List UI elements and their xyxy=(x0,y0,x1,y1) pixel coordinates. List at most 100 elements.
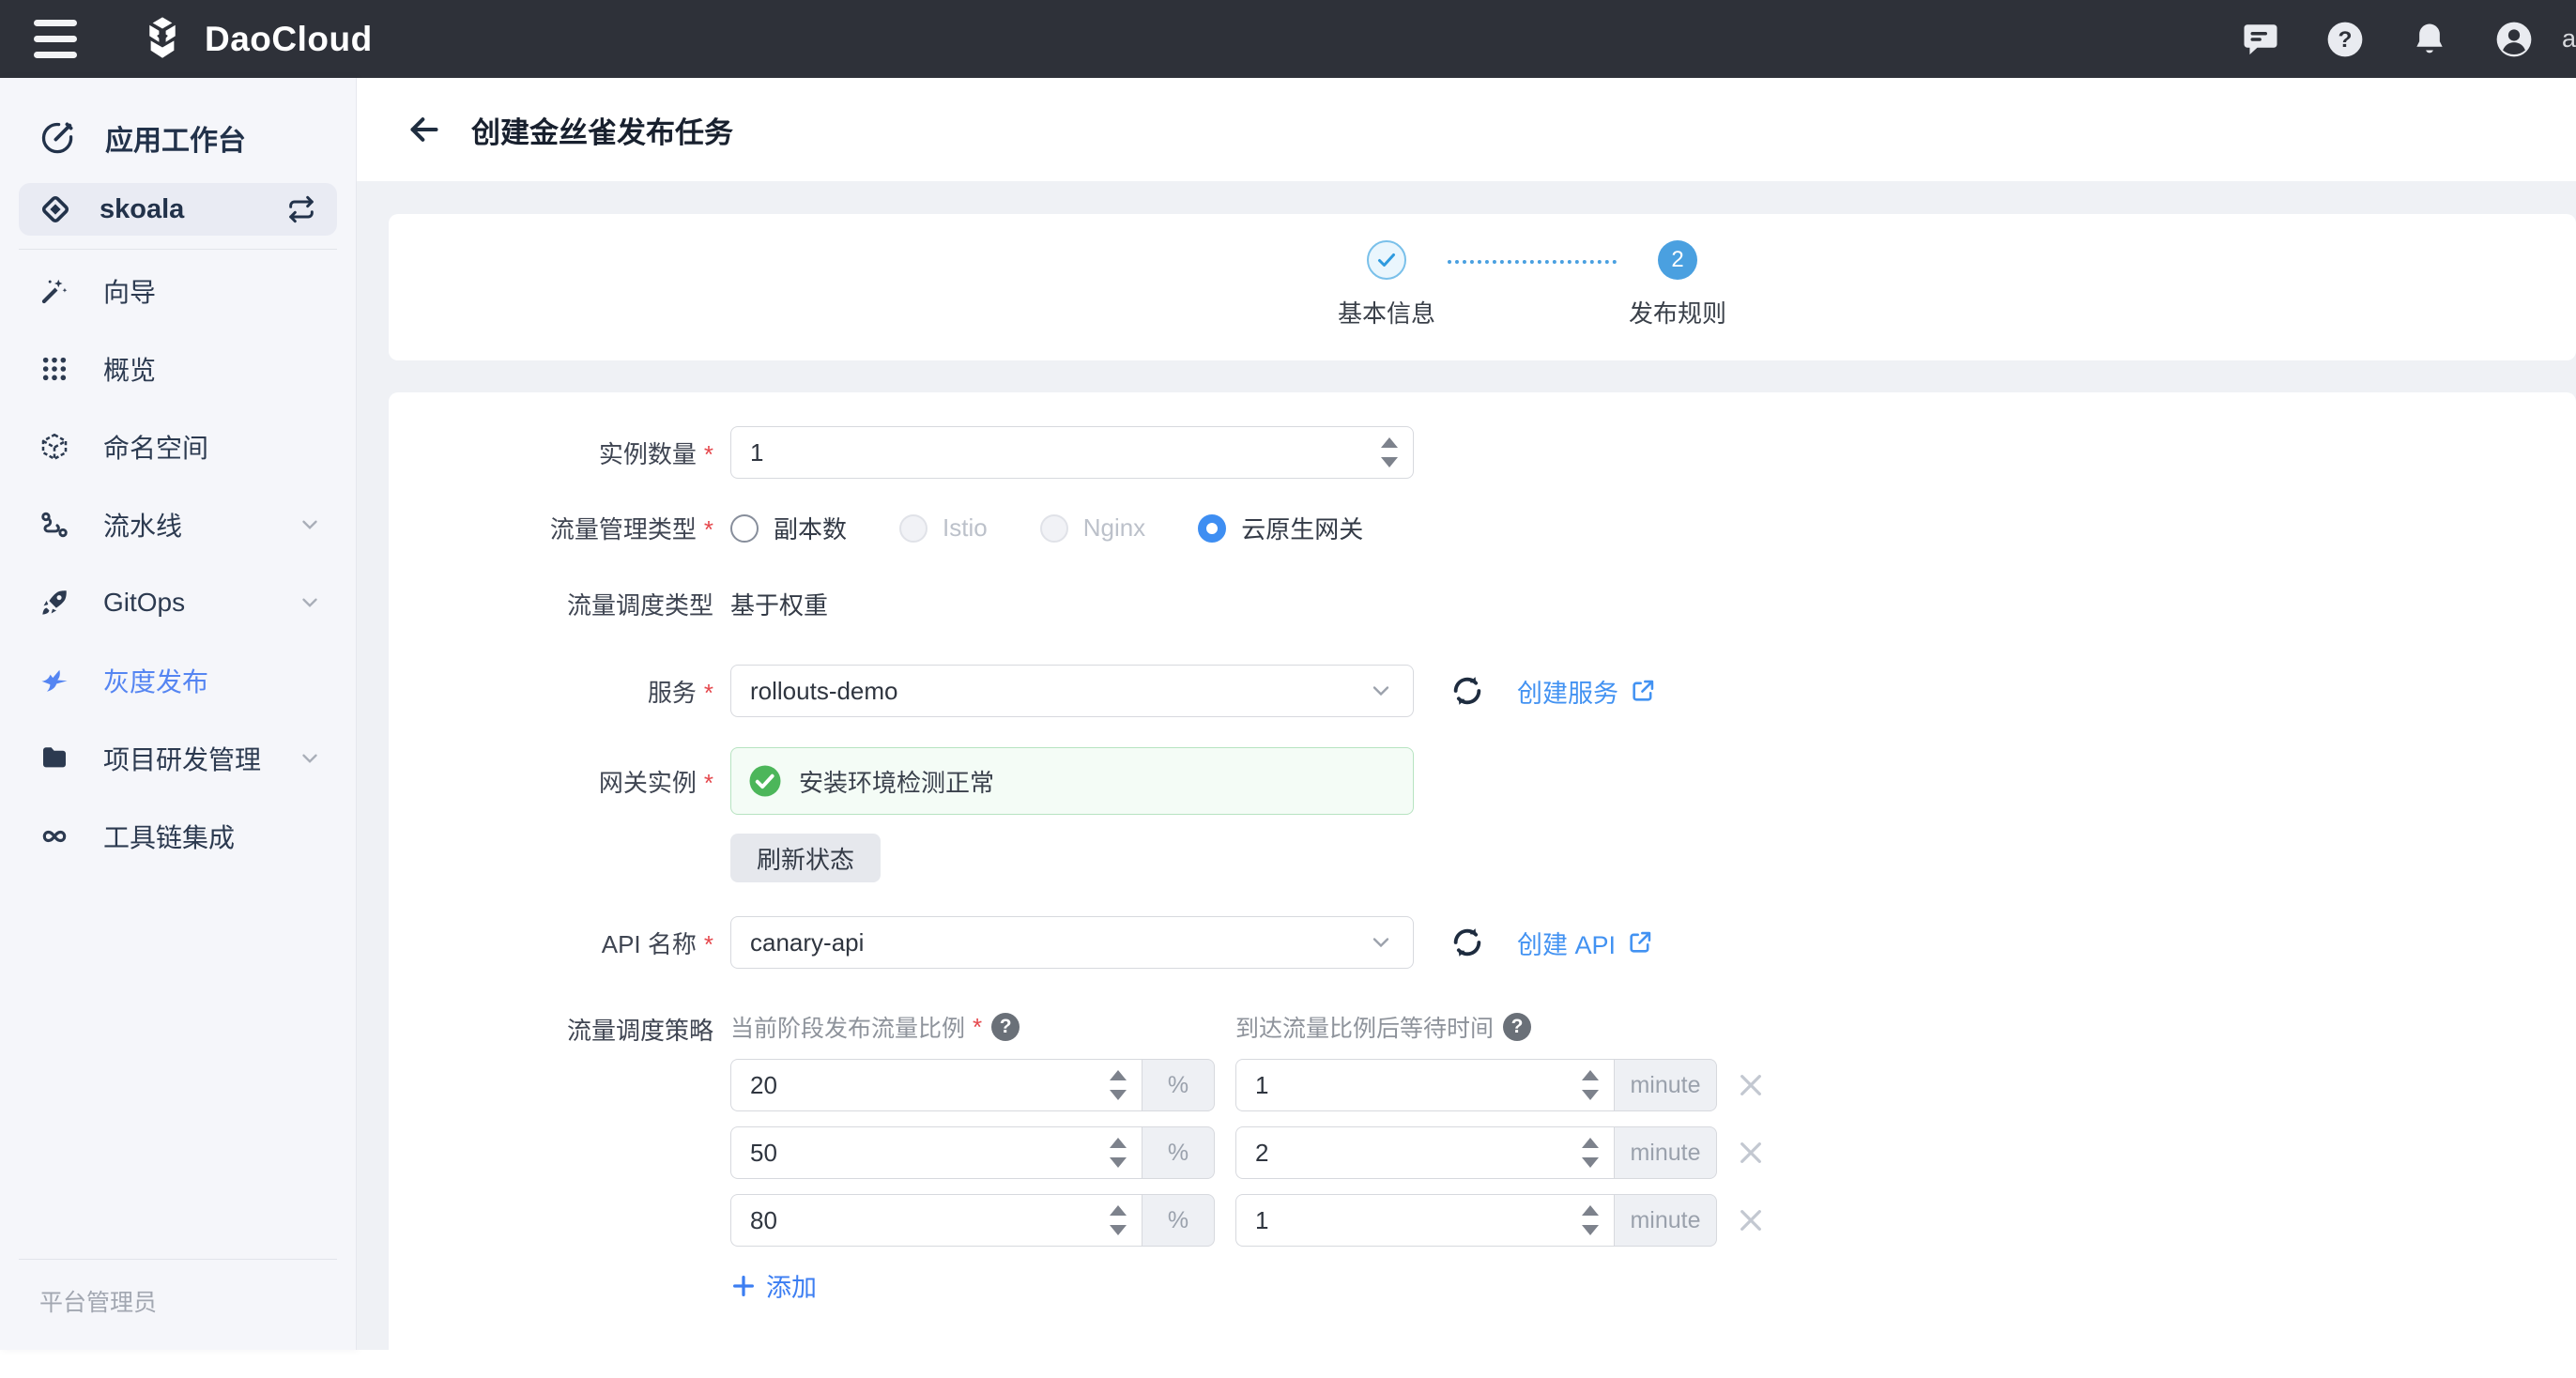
form-card: 实例数量* 流量管理类型* 副本数 Istio xyxy=(389,392,2576,1378)
sidebar: 应用工作台 skoala 向导 xyxy=(0,78,357,1350)
percent-unit: % xyxy=(1142,1194,1215,1247)
field-label: 流量调度策略 xyxy=(389,1010,713,1047)
sidebar-item-toolchain[interactable]: 工具链集成 xyxy=(0,797,356,875)
step-number-circle: 2 xyxy=(1658,240,1697,280)
wait-group: minute xyxy=(1235,1059,1717,1111)
field-label: 服务* xyxy=(389,674,713,709)
sidebar-item-wizard[interactable]: 向导 xyxy=(0,252,356,329)
form-row-gateway-refresh: 刷新状态 xyxy=(389,834,2576,882)
strategy-row: % minute xyxy=(730,1059,1766,1111)
sidebar-item-gitops[interactable]: GitOps xyxy=(0,563,356,641)
number-spinner[interactable] xyxy=(1582,1205,1599,1235)
api-select[interactable]: canary-api xyxy=(730,916,1414,969)
chevron-down-icon xyxy=(298,746,322,771)
number-spinner[interactable] xyxy=(1110,1205,1127,1235)
remove-row-icon[interactable] xyxy=(1736,1070,1766,1100)
check-icon xyxy=(1375,249,1398,271)
form-row-gateway: 网关实例* 安装环境检测正常 xyxy=(389,747,2576,815)
avatar-icon[interactable] xyxy=(2494,20,2534,59)
remove-row-icon[interactable] xyxy=(1736,1138,1766,1168)
page-title: 创建金丝雀发布任务 xyxy=(471,109,733,151)
sidebar-item-canary-release[interactable]: 灰度发布 xyxy=(0,641,356,719)
percent-group: % xyxy=(730,1059,1215,1111)
percent-input[interactable] xyxy=(731,1060,1142,1110)
required-mark: * xyxy=(704,679,713,707)
number-spinner[interactable] xyxy=(1110,1138,1127,1168)
add-stage-link[interactable]: 添加 xyxy=(730,1267,817,1304)
number-spinner[interactable] xyxy=(1110,1070,1127,1100)
feedback-icon[interactable] xyxy=(2241,20,2280,59)
remove-row-icon[interactable] xyxy=(1736,1205,1766,1235)
help-circle-icon[interactable]: ? xyxy=(1503,1013,1531,1041)
infinity-icon xyxy=(39,821,69,851)
wand-icon xyxy=(39,276,69,306)
radio-istio: Istio xyxy=(899,513,988,543)
strategy-row: % minute xyxy=(730,1126,1766,1179)
project-switcher[interactable]: skoala xyxy=(19,183,337,236)
radio-circle xyxy=(730,514,759,543)
radio-cloud-native-gateway[interactable]: 云原生网关 xyxy=(1198,511,1363,545)
page-header: 创建金丝雀发布任务 xyxy=(357,78,2576,181)
radio-circle xyxy=(899,514,928,543)
step-done-circle xyxy=(1367,240,1406,280)
instance-count-input[interactable] xyxy=(731,427,1413,478)
strategy-row: % minute xyxy=(730,1194,1766,1247)
sidebar-item-workbench[interactable]: 应用工作台 xyxy=(0,104,356,172)
form-row-sched-type: 流量调度类型 基于权重 xyxy=(389,587,2576,621)
percent-input[interactable] xyxy=(731,1127,1142,1178)
percent-input[interactable] xyxy=(731,1195,1142,1246)
field-label: 实例数量* xyxy=(389,436,713,470)
required-mark: * xyxy=(973,1013,982,1042)
wait-unit: minute xyxy=(1614,1126,1717,1179)
radio-circle xyxy=(1040,514,1068,543)
sidebar-item-namespace[interactable]: 命名空间 xyxy=(0,407,356,485)
pipeline-icon xyxy=(39,510,69,540)
workbench-label: 应用工作台 xyxy=(105,117,246,159)
workbench-icon xyxy=(39,120,75,156)
radio-replicas[interactable]: 副本数 xyxy=(730,511,847,545)
page-body: 基本信息 2 发布规则 实例数量* 流量管理类型* xyxy=(357,181,2576,1350)
stepper: 基本信息 2 发布规则 xyxy=(1326,240,1739,329)
required-mark: * xyxy=(704,440,713,468)
wait-group: minute xyxy=(1235,1126,1717,1179)
number-spinner[interactable] xyxy=(1582,1070,1599,1100)
refresh-icon[interactable] xyxy=(1449,925,1485,960)
sidebar-item-pipeline[interactable]: 流水线 xyxy=(0,485,356,563)
wait-input[interactable] xyxy=(1236,1195,1614,1246)
number-spinner[interactable] xyxy=(1381,437,1398,467)
required-mark: * xyxy=(704,930,713,958)
bird-icon xyxy=(39,666,69,696)
form-row-traffic-type: 流量管理类型* 副本数 Istio Nginx 云原生网关 xyxy=(389,511,2576,545)
sidebar-divider xyxy=(19,249,337,250)
help-icon[interactable]: ? xyxy=(2325,20,2365,59)
switch-project-icon[interactable] xyxy=(286,194,316,224)
number-spinner[interactable] xyxy=(1582,1138,1599,1168)
sidebar-item-overview[interactable]: 概览 xyxy=(0,329,356,407)
field-label: 流量调度类型 xyxy=(389,587,713,621)
help-circle-icon[interactable]: ? xyxy=(991,1013,1020,1041)
instance-count-input-wrap xyxy=(730,426,1414,479)
create-service-link[interactable]: 创建服务 xyxy=(1517,673,1656,710)
brand-logo[interactable]: DaoCloud xyxy=(137,14,373,65)
wait-input[interactable] xyxy=(1236,1060,1614,1110)
create-api-link[interactable]: 创建 API xyxy=(1517,925,1653,961)
percent-group: % xyxy=(730,1194,1215,1247)
form-row-instance-count: 实例数量* xyxy=(389,426,2576,479)
field-label: 网关实例* xyxy=(389,764,713,799)
wait-column-header: 到达流量比例后等待时间 ? xyxy=(1235,1010,1531,1044)
refresh-status-button[interactable]: 刷新状态 xyxy=(730,834,881,882)
username-label: a xyxy=(2562,24,2576,54)
service-select[interactable]: rollouts-demo xyxy=(730,665,1414,717)
sidebar-item-project-management[interactable]: 项目研发管理 xyxy=(0,719,356,797)
step-basic-info[interactable]: 基本信息 xyxy=(1326,240,1448,329)
gateway-status-box: 安装环境检测正常 xyxy=(730,747,1414,815)
daocloud-logo-icon xyxy=(137,14,188,65)
refresh-icon[interactable] xyxy=(1449,673,1485,709)
back-arrow-icon[interactable] xyxy=(406,111,443,148)
menu-icon[interactable] xyxy=(34,20,77,58)
notifications-icon[interactable] xyxy=(2410,20,2449,59)
wait-unit: minute xyxy=(1614,1194,1717,1247)
required-mark: * xyxy=(704,515,713,544)
step-release-rules[interactable]: 2 发布规则 xyxy=(1617,240,1739,329)
wait-input[interactable] xyxy=(1236,1127,1614,1178)
